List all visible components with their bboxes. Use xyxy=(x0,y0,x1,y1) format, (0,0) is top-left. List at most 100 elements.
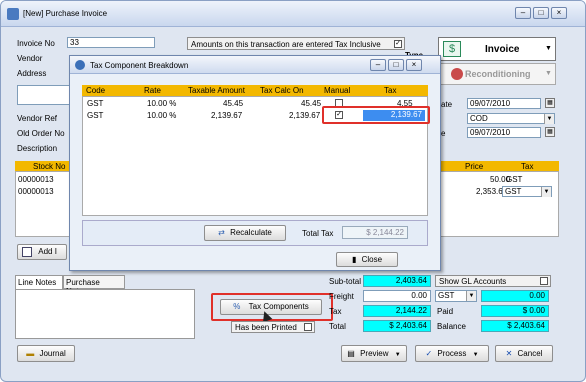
tax-components-button[interactable]: % Tax Components xyxy=(220,299,322,315)
calendar-icon[interactable]: ▦ xyxy=(545,127,555,137)
date-label: ate xyxy=(441,100,453,109)
chevron-down-icon: ▼ xyxy=(545,45,552,52)
col-rate: Rate xyxy=(144,86,161,95)
total-tax-value: $ 2,144.22 xyxy=(342,226,408,239)
invoice-no-field[interactable]: 33 xyxy=(67,37,155,48)
cancel-label: Cancel xyxy=(517,349,543,358)
tax-grid-header: Code Rate Taxable Amount Tax Calc On Man… xyxy=(82,85,428,96)
maximize-icon[interactable]: □ xyxy=(533,7,549,19)
dialog-minimize-icon[interactable]: – xyxy=(370,59,386,71)
date-field[interactable]: 09/07/2010 xyxy=(467,98,541,109)
add-line-label: Add I xyxy=(38,247,57,256)
freight-field[interactable]: 0.00 xyxy=(363,290,431,302)
dialog-close-button[interactable]: ▮ Close xyxy=(336,252,398,267)
address-field[interactable] xyxy=(17,85,77,105)
table-row[interactable]: GST xyxy=(87,111,103,120)
tab-purchase-notes[interactable]: Purchase Notes xyxy=(63,275,125,296)
add-line-button[interactable]: Add I xyxy=(17,244,67,260)
col-price: Price xyxy=(465,162,484,171)
process-label: Process xyxy=(437,349,467,358)
preview-button[interactable]: ▤ Preview ▼ xyxy=(341,345,407,362)
app-icon xyxy=(7,8,19,20)
reconditioning-label: Reconditioning xyxy=(465,69,531,79)
minimize-icon[interactable]: – xyxy=(515,7,531,19)
recalculate-icon: ⇄ xyxy=(218,228,225,237)
has-been-printed-row: Has been Printed xyxy=(231,321,315,333)
invoice-type-label: Invoice xyxy=(485,44,520,55)
due-date-field[interactable]: 09/07/2010 xyxy=(467,127,541,138)
chevron-down-icon: ▼ xyxy=(541,187,551,197)
address-label: Address xyxy=(17,69,47,78)
invoice-no-label: Invoice No xyxy=(17,39,55,48)
window-title: [New] Purchase Invoice xyxy=(23,9,108,18)
close-label: Close xyxy=(361,255,383,264)
gst-label: GST xyxy=(438,291,455,300)
chevron-down-icon: ▼ xyxy=(545,70,552,77)
table-row[interactable]: 00000013 xyxy=(18,187,54,196)
col-taxable: Taxable Amount xyxy=(188,86,245,95)
show-gl-row: Show GL Accounts xyxy=(435,275,551,287)
journal-label: Journal xyxy=(39,349,66,358)
cancel-button[interactable]: ✕ Cancel xyxy=(495,345,553,362)
vendor-ref-label: Vendor Ref xyxy=(17,114,58,123)
total-label: Total xyxy=(329,322,346,331)
balance-label: Balance xyxy=(437,322,466,331)
chevron-down-icon: ▼ xyxy=(472,352,479,358)
door-icon: ▮ xyxy=(351,255,357,264)
table-row-calc: 2,139.67 xyxy=(289,111,321,120)
invoice-type-combo[interactable]: $ Invoice ▼ xyxy=(438,37,556,61)
calculator-icon: % xyxy=(233,302,241,311)
chevron-down-icon: ▼ xyxy=(466,291,476,301)
has-been-printed-checkbox[interactable] xyxy=(304,323,312,331)
purchase-invoice-window: [New] Purchase Invoice – □ × Invoice No … xyxy=(0,0,586,382)
printer-icon: ▤ xyxy=(347,349,355,358)
total-value: $ 2,403.64 xyxy=(363,320,431,332)
dialog-maximize-icon[interactable]: □ xyxy=(388,59,404,71)
dialog-title: Tax Component Breakdown xyxy=(90,61,189,70)
calendar-icon[interactable]: ▦ xyxy=(545,98,555,108)
table-row-taxable: 45.45 xyxy=(223,99,244,108)
col-stock-no: Stock No xyxy=(33,162,66,171)
show-gl-label: Show GL Accounts xyxy=(439,277,507,286)
table-row-rate: 10.00 % xyxy=(147,99,177,108)
tax-inclusive-checkbox[interactable]: ✓ xyxy=(394,40,402,48)
table-row-rate: 10.00 % xyxy=(147,111,177,120)
preview-label: Preview xyxy=(360,349,389,358)
vendor-label: Vendor xyxy=(17,54,43,63)
table-row[interactable]: 00000013 xyxy=(18,175,54,184)
check-icon: ✓ xyxy=(425,349,433,358)
notes-textarea[interactable] xyxy=(15,289,195,339)
dialog-title-bar: Tax Component Breakdown – □ × xyxy=(70,56,440,74)
tab-line-notes[interactable]: Line Notes xyxy=(15,275,63,289)
terms-value: COD xyxy=(470,114,488,123)
show-gl-checkbox[interactable] xyxy=(540,277,548,285)
tax-inclusive-row: Amounts on this transaction are entered … xyxy=(187,37,405,50)
close-icon[interactable]: × xyxy=(551,7,567,19)
gear-icon xyxy=(451,68,463,80)
terms-field[interactable]: COD ▼ xyxy=(467,113,555,124)
paid-label: Paid xyxy=(437,307,454,316)
col-calc-on: Tax Calc On xyxy=(260,86,304,95)
folder-icon: ▬ xyxy=(26,349,35,358)
tax-label: Tax xyxy=(329,307,342,316)
dialog-close-icon[interactable]: × xyxy=(406,59,422,71)
title-bar: [New] Purchase Invoice – □ × xyxy=(1,1,585,27)
col-code: Code xyxy=(86,86,106,95)
gst-combo[interactable]: GST ▼ xyxy=(435,290,477,302)
process-button[interactable]: ✓ Process ▼ xyxy=(415,345,489,362)
manual-tax-callout xyxy=(322,106,430,124)
reconditioning-combo[interactable]: Reconditioning ▼ xyxy=(438,63,556,85)
chevron-down-icon: ▼ xyxy=(544,114,554,124)
chevron-down-icon: ▼ xyxy=(394,352,401,358)
table-row[interactable]: GST xyxy=(87,99,103,108)
recalculate-button[interactable]: ⇄ Recalculate xyxy=(204,225,286,241)
table-row-taxable: 2,139.67 xyxy=(211,111,243,120)
journal-button[interactable]: ▬ Journal xyxy=(17,345,75,362)
col-tax: Tax xyxy=(521,162,534,171)
col-tax: Tax xyxy=(384,86,397,95)
old-order-label: Old Order No xyxy=(17,129,65,138)
tax-combo[interactable]: GST ▼ xyxy=(502,186,552,197)
tax-components-label: Tax Components xyxy=(248,302,309,311)
description-label: Description xyxy=(17,144,58,153)
dialog-app-icon xyxy=(75,60,85,70)
